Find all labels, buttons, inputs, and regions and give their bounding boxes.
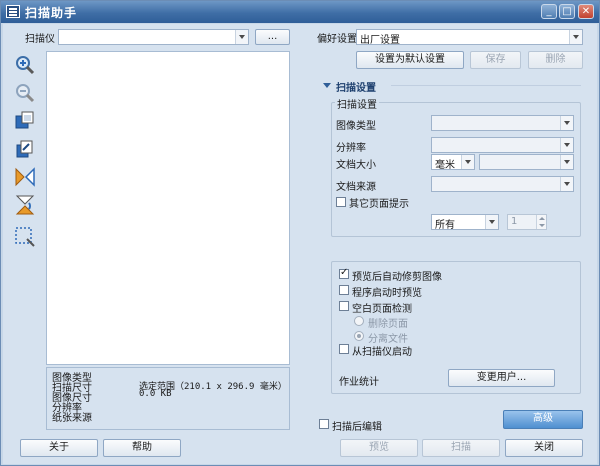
- chevron-down-icon: [235, 30, 248, 44]
- other-pages-checkbox[interactable]: [336, 197, 346, 207]
- select-area-icon[interactable]: [14, 226, 36, 248]
- start-from-scanner-label[interactable]: 从扫描仪启动: [352, 343, 412, 358]
- stepper-down-icon[interactable]: [536, 222, 546, 229]
- preview-area[interactable]: [46, 51, 290, 365]
- fit-page-icon[interactable]: [14, 110, 36, 132]
- app-window: 扫描助手 _ □ ✕ 扫描仪 ... 图像类型 扫描尺寸 图像尺寸 分辨率 纸张…: [0, 0, 600, 466]
- help-button[interactable]: 帮助: [103, 439, 181, 457]
- auto-crop-checkbox[interactable]: [339, 267, 349, 279]
- preferences-value: 出厂设置: [360, 35, 400, 46]
- preferences-label: 偏好设置: [317, 34, 357, 45]
- scan-settings-section-title[interactable]: 扫描设置: [336, 79, 376, 94]
- pages-select[interactable]: 所有: [431, 214, 499, 231]
- delete-page-radio[interactable]: [354, 316, 364, 326]
- main-content: 扫描仪 ... 图像类型 扫描尺寸 图像尺寸 分辨率 纸张来源 选定范围（210…: [3, 24, 597, 464]
- chevron-down-icon: [485, 215, 498, 229]
- delete-page-label: 删除页面: [368, 319, 408, 330]
- document-source-select[interactable]: [431, 176, 574, 192]
- stepper-up-icon[interactable]: [536, 215, 546, 222]
- start-from-scanner-checkbox[interactable]: [339, 344, 349, 354]
- chevron-down-icon: [560, 155, 573, 169]
- advanced-button[interactable]: 高级: [503, 410, 583, 429]
- edit-after-scan-label[interactable]: 扫描后编辑: [332, 418, 382, 433]
- section-divider: [391, 85, 581, 86]
- scanner-select[interactable]: [58, 29, 249, 45]
- auto-crop-label[interactable]: 预览后自动修剪图像: [352, 268, 442, 283]
- separate-file-radio[interactable]: [354, 331, 364, 341]
- document-size-label: 文档大小: [336, 160, 376, 171]
- scanner-label: 扫描仪: [25, 34, 55, 45]
- app-icon: [6, 5, 20, 18]
- save-preferences-button[interactable]: 保存: [470, 51, 521, 69]
- mirror-icon[interactable]: [14, 194, 36, 216]
- image-size-value: 0.0 KB: [139, 389, 172, 399]
- scanner-browse-button[interactable]: ...: [255, 29, 290, 45]
- resolution-select[interactable]: [431, 137, 574, 153]
- scan-settings-group-title: 扫描设置: [335, 96, 379, 111]
- scan-button[interactable]: 扫描: [422, 439, 500, 457]
- image-type-select[interactable]: [431, 115, 574, 131]
- chevron-down-icon: [569, 30, 582, 44]
- document-source-label: 文档来源: [336, 182, 376, 193]
- window-title: 扫描助手: [25, 6, 78, 20]
- unit-select[interactable]: 毫米: [431, 154, 475, 171]
- change-user-button[interactable]: 变更用户...: [448, 369, 555, 387]
- job-stats-label: 作业统计: [339, 377, 379, 388]
- zoom-in-icon[interactable]: [14, 54, 36, 76]
- set-default-button[interactable]: 设置为默认设置: [356, 51, 464, 69]
- chevron-down-icon: [461, 155, 474, 169]
- blank-page-checkbox[interactable]: [339, 301, 349, 311]
- restore-button[interactable]: □: [559, 4, 575, 19]
- preferences-select[interactable]: 出厂设置: [356, 29, 583, 46]
- page-count-stepper[interactable]: 1: [507, 214, 547, 230]
- info-label-paper-source: 纸张来源: [52, 413, 92, 424]
- chevron-down-icon: [560, 116, 573, 130]
- chevron-down-icon: [560, 177, 573, 191]
- document-size-select[interactable]: [479, 154, 574, 170]
- close-button[interactable]: 关闭: [505, 439, 583, 457]
- preview-on-start-checkbox[interactable]: [339, 285, 349, 295]
- collapse-arrow-icon[interactable]: [323, 83, 331, 88]
- edit-after-scan-checkbox[interactable]: [319, 419, 329, 429]
- unit-value: 毫米: [435, 160, 455, 171]
- delete-preferences-button[interactable]: 删除: [528, 51, 583, 69]
- title-bar: 扫描助手 _ □ ✕: [1, 1, 599, 23]
- preview-on-start-label[interactable]: 程序启动时预览: [352, 284, 422, 299]
- image-type-label: 图像类型: [336, 121, 376, 132]
- zoom-out-icon[interactable]: [14, 82, 36, 104]
- minimize-button[interactable]: _: [541, 4, 557, 19]
- image-info-box: 图像类型 扫描尺寸 图像尺寸 分辨率 纸张来源 选定范围（210.1 x 296…: [46, 367, 290, 430]
- chevron-down-icon: [560, 138, 573, 152]
- about-button[interactable]: 关于: [20, 439, 98, 457]
- blank-page-label[interactable]: 空白页面检测: [352, 300, 412, 315]
- page-count-value: 1: [511, 216, 518, 227]
- flip-icon[interactable]: [14, 166, 36, 188]
- pages-value: 所有: [435, 220, 455, 231]
- other-pages-label[interactable]: 其它页面提示: [349, 195, 409, 210]
- close-window-button[interactable]: ✕: [578, 4, 594, 19]
- resolution-label: 分辨率: [336, 143, 366, 154]
- rotate-icon[interactable]: [14, 138, 36, 160]
- preview-button[interactable]: 预览: [340, 439, 418, 457]
